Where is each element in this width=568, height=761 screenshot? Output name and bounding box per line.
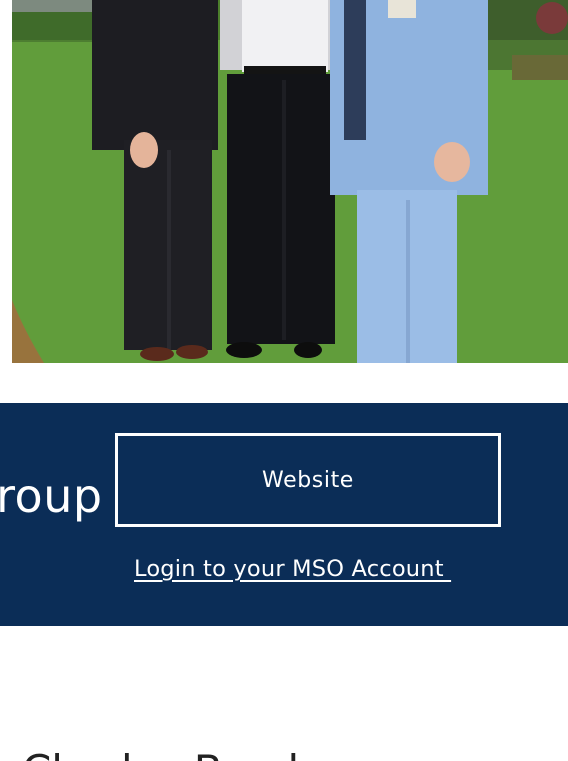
website-button[interactable]: Website xyxy=(115,433,501,527)
mso-login-link[interactable]: Login to your MSO Account xyxy=(134,556,451,582)
page: Group Website Login to your MSO Account … xyxy=(0,0,568,761)
team-photo xyxy=(12,0,568,363)
cta-banner: Group Website Login to your MSO Account xyxy=(0,403,568,626)
section-heading: Charles Brock xyxy=(22,746,312,761)
banner-heading: Group xyxy=(0,469,103,523)
